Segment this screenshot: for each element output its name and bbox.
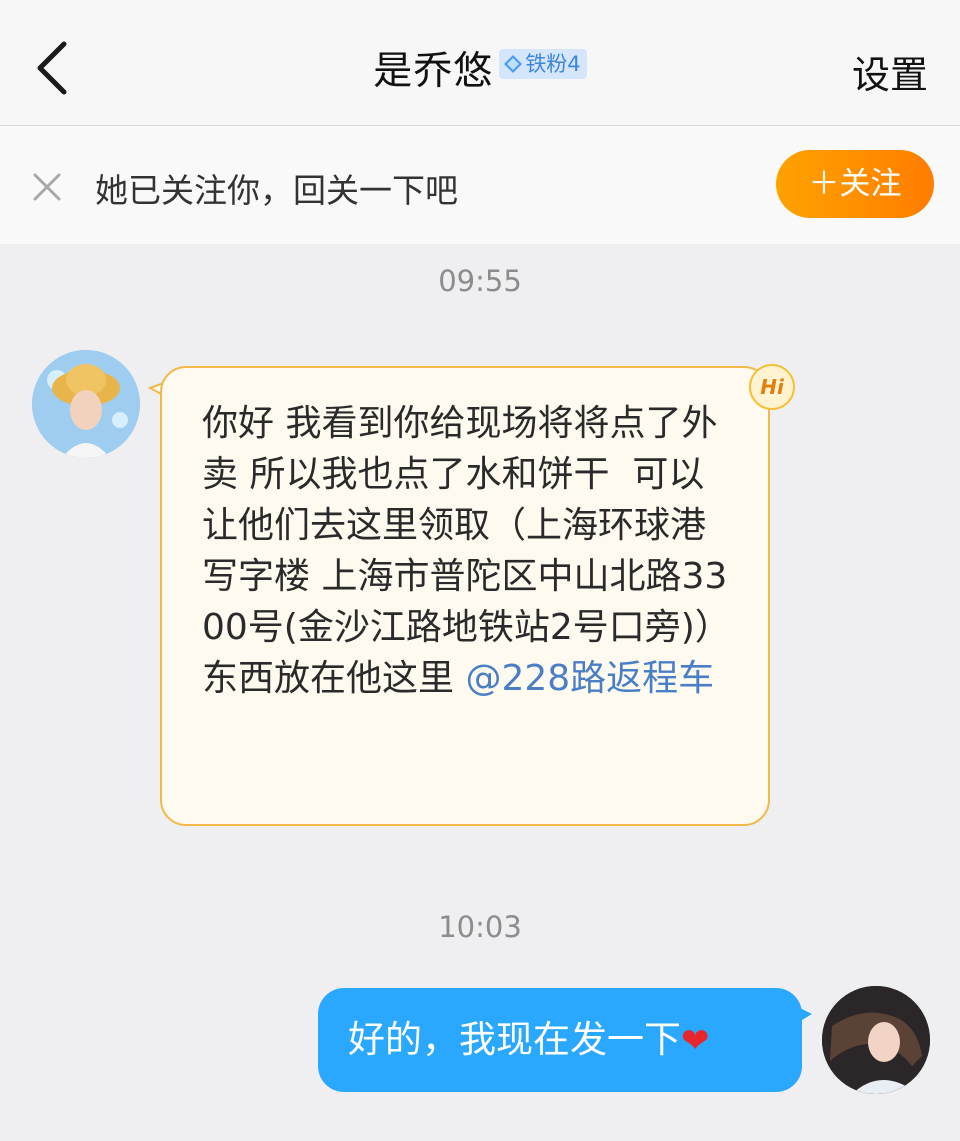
incoming-message-bubble[interactable]: 你好 我看到你给现场将将点了外卖 所以我也点了水和饼干 可以让他们去这里领取（上… <box>160 366 770 826</box>
diamond-icon <box>504 55 523 73</box>
user-mention-link[interactable]: @228路返程车 <box>465 658 714 699</box>
fan-level-badge[interactable]: 铁粉4 <box>499 49 587 79</box>
avatar-image <box>32 350 140 458</box>
dismiss-prompt-button[interactable] <box>30 170 64 204</box>
close-icon <box>33 173 61 201</box>
follow-back-prompt: 她已关注你，回关一下吧 ＋关注 <box>0 126 960 244</box>
title-area: 是乔悠 铁粉4 <box>0 40 960 96</box>
settings-button[interactable]: 设置 <box>852 44 928 99</box>
avatar-image <box>822 986 930 1094</box>
message-text: 好的，我现在发一下 <box>348 1018 681 1061</box>
message-timestamp: 09:55 <box>438 264 522 298</box>
contact-avatar[interactable] <box>32 350 140 458</box>
bubble-tail <box>792 1004 812 1026</box>
message-body: 你好 我看到你给现场将将点了外卖 所以我也点了水和饼干 可以让他们去这里领取（上… <box>202 403 731 699</box>
outgoing-message-bubble[interactable]: 好的，我现在发一下❤ <box>318 988 802 1092</box>
contact-name[interactable]: 是乔悠 <box>373 49 493 94</box>
message-text: 你好 我看到你给现场将将点了外卖 所以我也点了水和饼干 可以让他们去这里领取（上… <box>202 398 732 704</box>
follow-button[interactable]: ＋关注 <box>776 150 934 218</box>
hi-badge-icon: Hi <box>749 364 795 410</box>
message-timestamp: 10:03 <box>438 910 522 944</box>
my-avatar[interactable] <box>822 986 930 1094</box>
heart-emoji-icon: ❤ <box>681 1021 710 1061</box>
chat-header: 是乔悠 铁粉4 设置 <box>0 0 960 126</box>
fan-level-label: 铁粉4 <box>525 52 581 76</box>
follow-prompt-text: 她已关注你，回关一下吧 <box>95 171 458 210</box>
